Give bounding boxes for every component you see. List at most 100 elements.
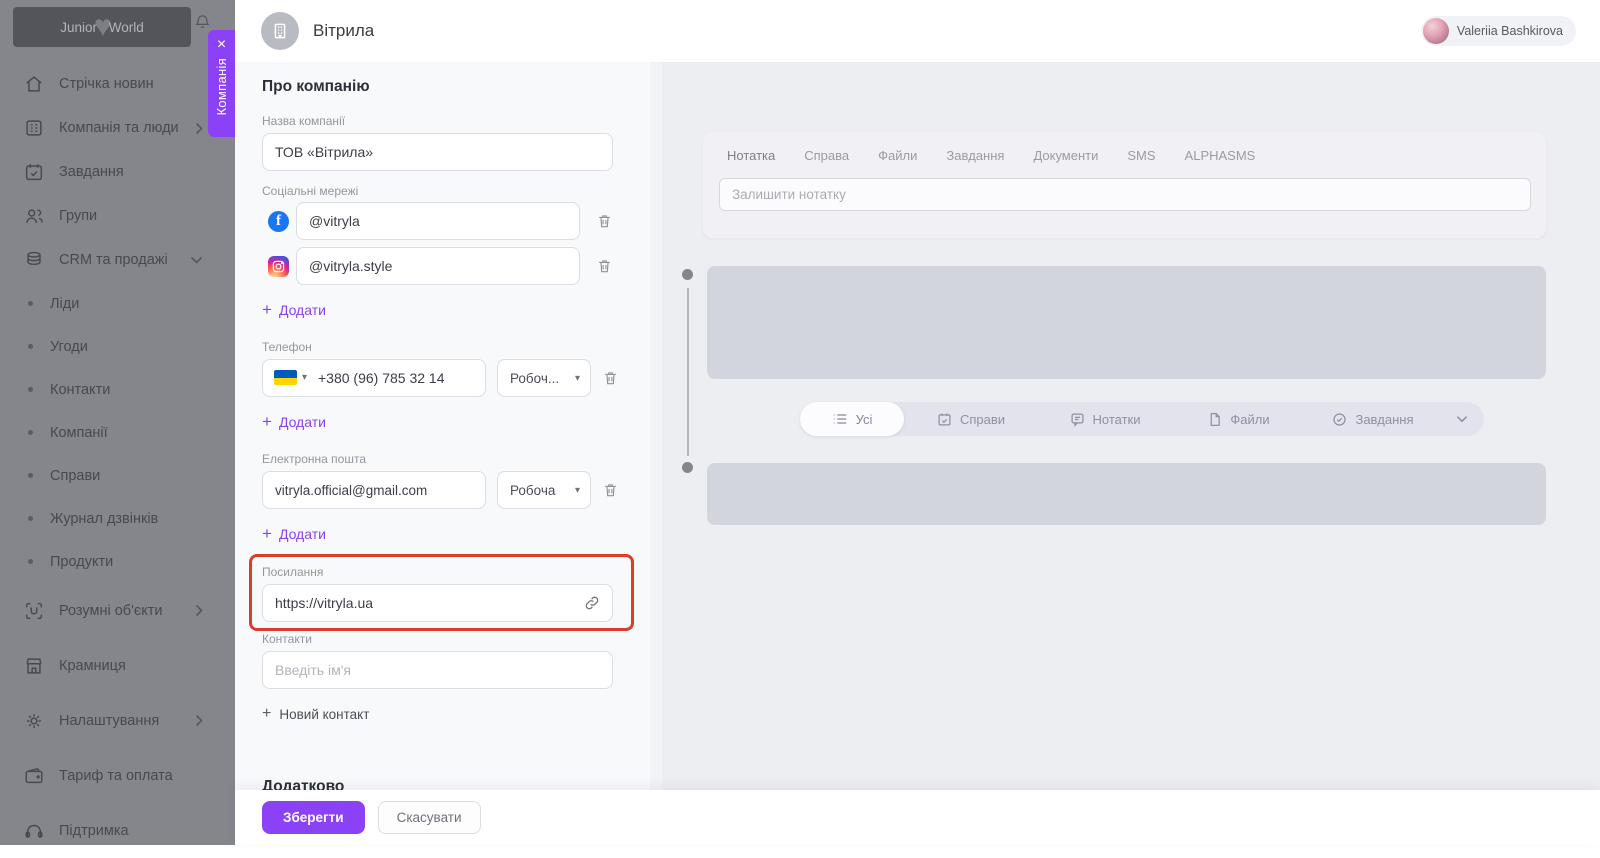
filter-label: Справи <box>960 412 1005 427</box>
add-phone-label: Додати <box>279 414 326 430</box>
sidebar-subitem-deals[interactable]: Угоди <box>0 325 235 368</box>
sidebar-subitem-label: Угоди <box>50 339 88 355</box>
chevron-right-icon <box>195 604 203 617</box>
notification-bell-icon[interactable] <box>194 13 211 30</box>
plus-icon: + <box>262 705 271 723</box>
timeline-dot <box>682 462 693 473</box>
tab-tasks[interactable]: Завдання <box>946 148 1004 163</box>
sidebar-item-label: Розумні об'єкти <box>59 603 163 619</box>
caret-down-icon: ▾ <box>575 485 580 496</box>
check-circle-icon <box>1332 412 1347 427</box>
add-email-button[interactable]: + Додати <box>262 526 326 542</box>
instagram-handle-input[interactable] <box>296 247 580 285</box>
sidebar-item-settings[interactable]: Налаштування <box>0 693 235 748</box>
sidebar-item-label: CRM та продажі <box>59 252 168 268</box>
company-panel-tab[interactable]: × Компанія <box>208 30 235 137</box>
delete-facebook-icon[interactable] <box>596 212 613 230</box>
filter-activities[interactable]: Справи <box>904 412 1038 427</box>
email-input[interactable] <box>262 471 486 509</box>
sidebar-item-shop[interactable]: Крамниця <box>0 638 235 693</box>
contact-name-input[interactable] <box>262 651 613 689</box>
filter-files[interactable]: Файли <box>1172 412 1306 427</box>
tab-files[interactable]: Файли <box>878 148 917 163</box>
sidebar-subitem-call-log[interactable]: Журнал дзвінків <box>0 497 235 540</box>
note-composer-card: Нотатка Справа Файли Завдання Документи … <box>703 132 1546 238</box>
app-logo[interactable]: Junior ♥ World <box>13 7 191 47</box>
sidebar-subitem-label: Контакти <box>50 382 110 398</box>
sidebar-item-groups[interactable]: Групи <box>0 194 235 238</box>
sidebar-subitem-contacts[interactable]: Контакти <box>0 368 235 411</box>
phone-type-select[interactable]: Робоч... ▾ <box>497 359 591 397</box>
filter-more-chevron[interactable] <box>1440 415 1484 423</box>
close-icon[interactable]: × <box>217 37 226 53</box>
social-networks-label: Соціальні мережі <box>262 184 358 198</box>
tab-note[interactable]: Нотатка <box>727 148 775 163</box>
company-panel-tab-label: Компанія <box>214 58 229 116</box>
bullet-icon <box>28 430 33 435</box>
sidebar-item-crm-sales[interactable]: CRM та продажі <box>0 238 235 282</box>
chevron-down-icon <box>190 256 203 264</box>
form-footer: Зберегти Скасувати <box>235 790 1600 845</box>
plus-icon: + <box>262 526 272 542</box>
sidebar-subitem-companies[interactable]: Компанії <box>0 411 235 454</box>
add-phone-button[interactable]: + Додати <box>262 414 326 430</box>
delete-instagram-icon[interactable] <box>596 257 613 275</box>
sidebar-item-news-feed[interactable]: Стрічка новин <box>0 62 235 106</box>
filter-notes[interactable]: Нотатки <box>1038 412 1172 427</box>
filter-all[interactable]: Усі <box>800 402 904 436</box>
filter-tasks[interactable]: Завдання <box>1306 412 1440 427</box>
sidebar-subitem-products[interactable]: Продукти <box>0 540 235 583</box>
save-button[interactable]: Зберегти <box>262 801 365 834</box>
new-contact-button[interactable]: + Новий контакт <box>262 705 369 723</box>
add-social-button[interactable]: + Додати <box>262 302 326 318</box>
delete-phone-icon[interactable] <box>602 369 619 387</box>
storefront-icon <box>22 654 46 678</box>
sidebar-item-label: Налаштування <box>59 713 159 729</box>
sidebar-subitem-label: Журнал дзвінків <box>50 511 158 527</box>
page-header: Вітрила Valeriia Bashkirova <box>235 0 1600 62</box>
scan-icon <box>22 599 46 623</box>
sidebar: Junior ♥ World Стрічка новин Компанія та… <box>0 0 235 845</box>
activity-panel: Нотатка Справа Файли Завдання Документи … <box>650 62 1600 845</box>
tab-sms[interactable]: SMS <box>1127 148 1155 163</box>
home-icon <box>22 72 46 96</box>
facebook-handle-input[interactable] <box>296 202 580 240</box>
file-icon <box>1208 412 1222 427</box>
website-link-input[interactable] <box>262 584 613 622</box>
note-input[interactable] <box>719 178 1531 211</box>
users-icon <box>22 204 46 228</box>
scrollbar-track[interactable] <box>650 62 662 845</box>
user-chip[interactable]: Valeriia Bashkirova <box>1421 16 1576 46</box>
sidebar-item-smart-objects[interactable]: Розумні об'єкти <box>0 583 235 638</box>
composer-tabs: Нотатка Справа Файли Завдання Документи … <box>703 132 1546 163</box>
delete-email-icon[interactable] <box>602 481 619 499</box>
filter-label: Файли <box>1230 412 1269 427</box>
company-form-panel: Про компанію Назва компанії Соціальні ме… <box>235 62 650 845</box>
company-name-input[interactable] <box>262 133 613 171</box>
email-label: Електронна пошта <box>262 452 366 466</box>
list-icon <box>832 412 848 426</box>
logo-text-left: Junior <box>60 20 97 35</box>
sidebar-item-support[interactable]: Підтримка <box>0 803 235 858</box>
section-title-about: Про компанію <box>262 78 370 96</box>
timeline-item-placeholder <box>707 463 1546 525</box>
phone-country-selector[interactable]: ▾ <box>274 370 307 385</box>
sidebar-item-tariff-payment[interactable]: Тариф та оплата <box>0 748 235 803</box>
email-type-value: Робоча <box>510 483 555 498</box>
add-email-label: Додати <box>279 526 326 542</box>
sidebar-subitem-label: Продукти <box>50 554 113 570</box>
sidebar-item-tasks[interactable]: Завдання <box>0 150 235 194</box>
tab-alphasms[interactable]: ALPHASMS <box>1185 148 1256 163</box>
chevron-right-icon <box>195 714 203 727</box>
cancel-button[interactable]: Скасувати <box>378 801 481 834</box>
link-icon[interactable] <box>583 594 601 612</box>
sidebar-item-label: Завдання <box>59 164 124 180</box>
email-type-select[interactable]: Робоча ▾ <box>497 471 591 509</box>
tab-documents[interactable]: Документи <box>1033 148 1098 163</box>
sidebar-subitem-activities[interactable]: Справи <box>0 454 235 497</box>
tab-activity[interactable]: Справа <box>804 148 849 163</box>
activity-filter-bar: Усі Справи Нотатки Файли Завдання <box>800 402 1484 436</box>
sidebar-item-label: Крамниця <box>59 658 126 674</box>
sidebar-item-company-people[interactable]: Компанія та люди <box>0 106 235 150</box>
sidebar-subitem-leads[interactable]: Ліди <box>0 282 235 325</box>
